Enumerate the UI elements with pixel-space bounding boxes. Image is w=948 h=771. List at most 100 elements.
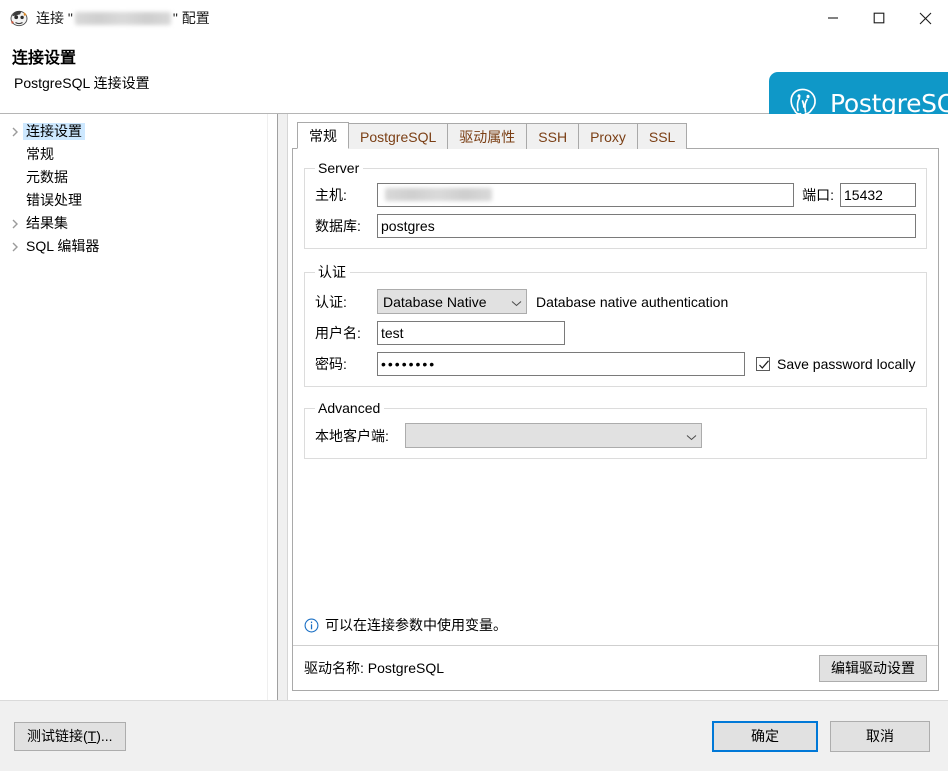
- username-label: 用户名:: [315, 325, 361, 341]
- title-bar: 连接 " " 配置: [0, 0, 948, 36]
- close-button[interactable]: [902, 0, 948, 36]
- check-icon: [759, 360, 769, 369]
- tab-postgresql[interactable]: PostgreSQL: [348, 123, 449, 149]
- maximize-button[interactable]: [856, 0, 902, 36]
- tab-general[interactable]: 常规: [297, 122, 349, 149]
- password-input[interactable]: [377, 352, 745, 376]
- host-redacted-overlay: [385, 188, 492, 201]
- auth-method-value: Database Native: [383, 293, 487, 310]
- minimize-icon: [827, 12, 839, 24]
- settings-panel: 常规 PostgreSQL 驱动属性 SSH Proxy SSL Server …: [288, 114, 948, 700]
- tab-label: 驱动属性: [459, 128, 516, 145]
- database-label: 数据库:: [315, 218, 361, 234]
- window-title: 连接 " " 配置: [36, 8, 210, 28]
- tree-item-label: 元数据: [26, 169, 68, 185]
- window-title-suffix: " 配置: [172, 10, 210, 26]
- username-input[interactable]: [377, 321, 565, 345]
- tree-item-label: 结果集: [26, 215, 68, 231]
- tab-label: 常规: [309, 127, 337, 144]
- checkbox-box: [756, 357, 770, 371]
- password-row: 密码: Save password locally: [315, 352, 916, 376]
- edit-driver-settings-button[interactable]: 编辑驱动设置: [819, 654, 927, 682]
- auth-method-description: Database native authentication: [536, 293, 729, 310]
- database-row: 数据库:: [315, 214, 916, 238]
- tab-ssl[interactable]: SSL: [636, 123, 688, 149]
- host-label: 主机:: [315, 187, 347, 203]
- server-group-legend: Server: [318, 160, 360, 176]
- server-group: Server 主机: 端口: 数据库:: [304, 160, 927, 249]
- local-client-label: 本地客户端:: [315, 427, 389, 444]
- auth-method-label: 认证:: [315, 293, 347, 310]
- cancel-button[interactable]: 取消: [830, 720, 930, 752]
- save-password-label: Save password locally: [777, 356, 916, 372]
- window-title-prefix: 连接 ": [36, 10, 73, 26]
- info-icon: [304, 618, 319, 633]
- tab-panel-general: Server 主机: 端口: 数据库:: [292, 149, 939, 691]
- auth-method-select[interactable]: Database Native: [377, 289, 527, 314]
- chevron-right-icon[interactable]: [6, 219, 23, 229]
- test-connection-button[interactable]: 测试链接(T)...: [14, 721, 126, 751]
- tree-item-connection-settings[interactable]: 连接设置: [0, 120, 277, 143]
- save-password-checkbox[interactable]: Save password locally: [756, 356, 916, 372]
- tree-item-metadata[interactable]: 元数据: [0, 166, 277, 189]
- tab-label: Proxy: [590, 128, 626, 145]
- window-controls: [810, 0, 948, 36]
- chevron-right-icon[interactable]: [6, 127, 23, 137]
- window-title-redacted-value: [74, 11, 171, 25]
- password-label: 密码:: [315, 356, 347, 372]
- database-input[interactable]: [377, 214, 916, 238]
- variables-hint-text: 可以在连接参数中使用变量。: [325, 617, 507, 633]
- host-field-wrapper: [377, 183, 795, 207]
- tree-item-general[interactable]: 常规: [0, 143, 277, 166]
- tree-item-error-handling[interactable]: 错误处理: [0, 189, 277, 212]
- dialog-header: 连接设置 PostgreSQL 连接设置 PostgreSQ: [0, 36, 948, 134]
- tab-bar: 常规 PostgreSQL 驱动属性 SSH Proxy SSL: [292, 122, 939, 149]
- tree-item-label: 错误处理: [26, 192, 82, 208]
- close-icon: [919, 12, 932, 25]
- footer-actions: 确定 取消: [712, 720, 930, 752]
- minimize-button[interactable]: [810, 0, 856, 36]
- tree-item-label: 连接设置: [23, 123, 85, 140]
- tab-label: PostgreSQL: [360, 128, 437, 145]
- page-subtitle: PostgreSQL 连接设置: [14, 75, 150, 91]
- local-client-select[interactable]: [405, 423, 702, 448]
- connection-settings-dialog: 连接 " " 配置 连接设置 PostgreSQL 连接设置 PostgreSQ…: [0, 0, 948, 771]
- authentication-group-legend: 认证: [318, 264, 346, 280]
- tree-item-label: SQL 编辑器: [26, 238, 100, 254]
- tree-item-label: 常规: [26, 146, 54, 162]
- tab-proxy[interactable]: Proxy: [578, 123, 638, 149]
- driver-row: 驱动名称: PostgreSQL 编辑驱动设置: [304, 646, 927, 690]
- tab-driver-properties[interactable]: 驱动属性: [447, 123, 528, 149]
- username-row: 用户名:: [315, 321, 916, 345]
- settings-tree: 连接设置 常规 元数据 错误处理 结果集 SQL 编辑器: [0, 114, 277, 700]
- port-input[interactable]: [840, 183, 916, 207]
- test-connection-label-head: 测试链接(: [27, 728, 88, 744]
- advanced-group: Advanced 本地客户端:: [304, 400, 927, 459]
- host-row: 主机: 端口:: [315, 183, 916, 207]
- tree-item-sql-editor[interactable]: SQL 编辑器: [0, 235, 277, 258]
- tab-label: SSH: [538, 128, 568, 145]
- dialog-footer: 测试链接(T)... 确定 取消: [0, 700, 948, 771]
- auth-method-row: 认证: Database Native Database native auth…: [315, 289, 916, 314]
- tab-ssh[interactable]: SSH: [526, 123, 580, 149]
- chevron-right-icon[interactable]: [6, 242, 23, 252]
- variables-hint: 可以在连接参数中使用变量。: [304, 615, 927, 635]
- test-connection-label-tail: )...: [96, 728, 113, 744]
- page-title: 连接设置: [12, 50, 77, 67]
- port-label: 端口:: [802, 187, 834, 203]
- tab-label: SSL: [648, 128, 676, 145]
- dialog-body: 连接设置 常规 元数据 错误处理 结果集 SQL 编辑器 常规 PostgreS…: [0, 114, 948, 700]
- chevron-down-icon: [686, 428, 697, 444]
- chevron-down-icon: [511, 294, 522, 310]
- tree-scrollbar[interactable]: [267, 114, 277, 700]
- panel-splitter[interactable]: [277, 114, 288, 700]
- test-connection-mnemonic: T: [87, 728, 97, 744]
- local-client-row: 本地客户端:: [315, 423, 916, 448]
- advanced-group-legend: Advanced: [318, 400, 381, 416]
- dbeaver-icon: [9, 8, 29, 28]
- ok-button[interactable]: 确定: [712, 720, 818, 752]
- authentication-group: 认证 认证: Database Native Database native a…: [304, 262, 927, 387]
- tree-item-result-sets[interactable]: 结果集: [0, 212, 277, 235]
- maximize-icon: [873, 12, 885, 24]
